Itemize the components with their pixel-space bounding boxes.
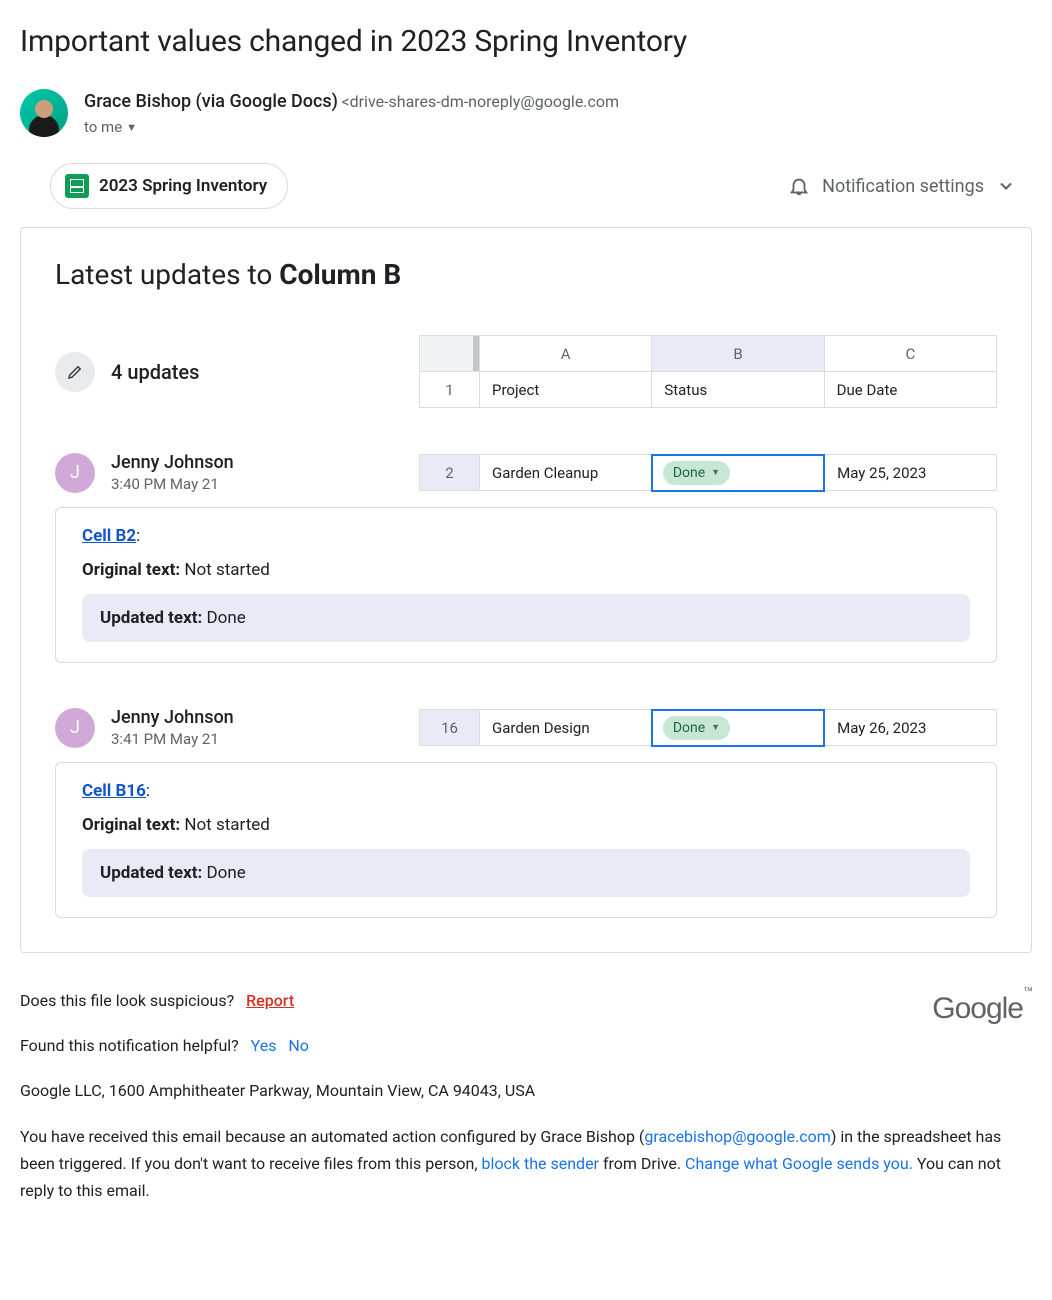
google-logo: Google™	[932, 983, 1032, 1034]
no-link[interactable]: No	[288, 1036, 309, 1055]
cell-value: Garden Design	[480, 710, 652, 746]
recipient-label[interactable]: to me	[84, 118, 122, 136]
cell-link[interactable]: Cell B16	[82, 781, 146, 801]
header-cell: Project	[480, 372, 652, 408]
sender-avatar	[20, 89, 68, 137]
card-title: Latest updates to Column B	[55, 258, 997, 291]
col-header-a: A	[480, 336, 652, 372]
report-link[interactable]: Report	[246, 991, 294, 1010]
updates-summary-row: 4 updates A B C 1 Project Status Due Dat…	[55, 335, 997, 408]
sender-row: Grace Bishop (via Google Docs) <drive-sh…	[20, 89, 1032, 137]
chevron-down-icon	[996, 176, 1016, 196]
user-name: Jenny Johnson	[111, 452, 234, 473]
pencil-icon	[55, 352, 95, 392]
cell-value: May 26, 2023	[824, 710, 996, 746]
file-chip-label: 2023 Spring Inventory	[99, 176, 267, 196]
header-table: A B C 1 Project Status Due Date	[419, 335, 997, 408]
status-chip[interactable]: Done▼	[663, 461, 730, 485]
header-cell: Due Date	[824, 372, 996, 408]
sender-email: <drive-shares-dm-noreply@google.com	[341, 92, 619, 111]
notification-settings[interactable]: Notification settings	[788, 175, 1016, 197]
change-details: Cell B2: Original text: Not started Upda…	[55, 507, 997, 663]
update-block: J Jenny Johnson 3:40 PM May 21 2 Garden …	[55, 452, 997, 663]
user-avatar: J	[55, 453, 95, 493]
cell-value: May 25, 2023	[824, 455, 996, 491]
status-chip[interactable]: Done▼	[663, 716, 730, 740]
change-settings-link[interactable]: Change what Google sends you.	[685, 1154, 913, 1173]
col-header-c: C	[824, 336, 996, 372]
update-block: J Jenny Johnson 3:41 PM May 21 16 Garden…	[55, 707, 997, 918]
footer-explanation: You have received this email because an …	[20, 1123, 1032, 1205]
row-number: 1	[420, 372, 480, 408]
change-details: Cell B16: Original text: Not started Upd…	[55, 762, 997, 918]
email-subject: Important values changed in 2023 Spring …	[20, 24, 1032, 59]
sender-email-link[interactable]: gracebishop@google.com	[644, 1127, 830, 1146]
sender-name: Grace Bishop (via Google Docs)	[84, 91, 338, 112]
cell-value: Garden Cleanup	[480, 455, 652, 491]
chevron-down-icon[interactable]: ▼	[126, 121, 137, 134]
updates-count: 4 updates	[111, 360, 199, 384]
header-cell: Status	[652, 372, 824, 408]
change-row-table: 2 Garden Cleanup Done▼ May 25, 2023	[419, 454, 997, 492]
sheets-icon	[65, 174, 89, 198]
notification-settings-label: Notification settings	[822, 176, 984, 197]
row-number: 16	[420, 710, 480, 746]
row-number: 2	[420, 455, 480, 491]
email-footer: Does this file look suspicious? Report G…	[20, 987, 1032, 1204]
cell-link[interactable]: Cell B2	[82, 526, 136, 546]
file-chip[interactable]: 2023 Spring Inventory	[50, 163, 288, 209]
changed-cell: Done▼	[652, 455, 824, 491]
suspicious-question: Does this file look suspicious?	[20, 991, 234, 1010]
user-name: Jenny Johnson	[111, 707, 234, 728]
chevron-down-icon: ▼	[711, 467, 720, 478]
user-avatar: J	[55, 708, 95, 748]
update-timestamp: 3:41 PM May 21	[111, 730, 234, 748]
update-timestamp: 3:40 PM May 21	[111, 475, 234, 493]
yes-link[interactable]: Yes	[251, 1036, 277, 1055]
chevron-down-icon: ▼	[711, 722, 720, 733]
changed-cell: Done▼	[652, 710, 824, 746]
updates-card: Latest updates to Column B 4 updates A B…	[20, 227, 1032, 953]
company-address: Google LLC, 1600 Amphitheater Parkway, M…	[20, 1077, 1032, 1104]
block-sender-link[interactable]: block the sender	[482, 1154, 599, 1173]
bell-icon	[788, 175, 810, 197]
col-header-b: B	[652, 336, 824, 372]
change-row-table: 16 Garden Design Done▼ May 26, 2023	[419, 709, 997, 747]
helpful-question: Found this notification helpful?	[20, 1036, 239, 1055]
